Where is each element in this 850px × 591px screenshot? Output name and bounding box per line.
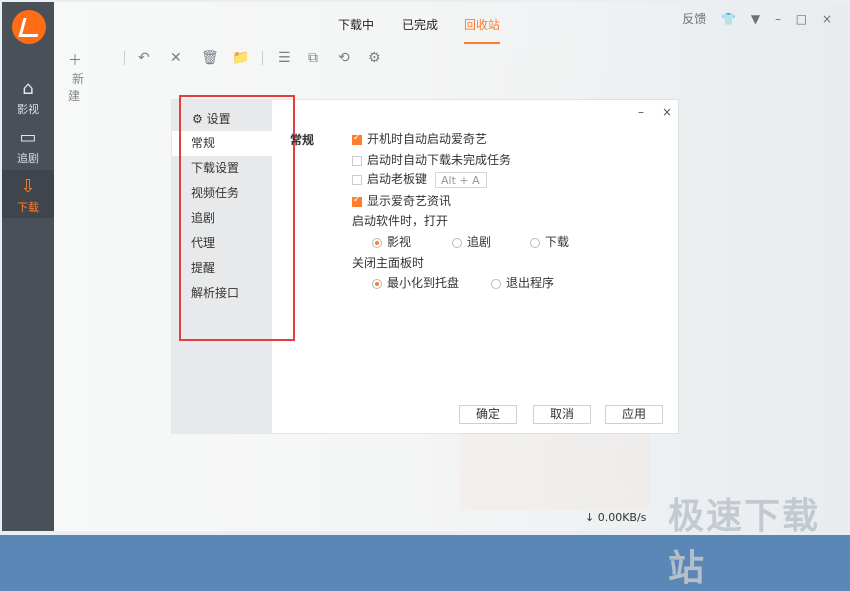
unselected-radio[interactable]	[452, 237, 462, 248]
toolbar-separator	[124, 51, 125, 65]
app-window: ⌂ 影视 ▭ 追剧 ⇩ 下载 下载中 已完成 回收站 反馈 👕 ▼ – □ × ＋新建…	[0, 0, 850, 589]
cancel-button[interactable]: 取消	[533, 405, 591, 424]
sidebar-item-video-task[interactable]: 视频任务	[172, 181, 272, 206]
refresh-icon[interactable]: ⟲	[338, 50, 350, 66]
undo-icon[interactable]: ↶	[138, 50, 150, 66]
download-icon: ⇩	[20, 176, 36, 197]
nav-item-movies[interactable]: ⌂ 影视	[2, 72, 54, 120]
sidebar-item-proxy[interactable]: 代理	[172, 231, 272, 256]
startup-option-movies[interactable]: 影视	[372, 233, 411, 250]
download-speed: ↓ 0.00KB/s	[585, 511, 647, 524]
download-tabs: 下载中 已完成 回收站	[316, 16, 546, 44]
option-auto-download[interactable]: 启动时自动下载未完成任务	[352, 151, 511, 168]
dialog-close-button[interactable]: ×	[662, 105, 672, 119]
option-autostart[interactable]: 开机时自动启动爱奇艺	[352, 130, 487, 147]
selected-radio[interactable]	[372, 278, 382, 289]
trash-icon[interactable]: 🗑	[201, 50, 219, 66]
gear-icon[interactable]: ⚙	[368, 50, 381, 66]
section-title: 常规	[290, 133, 315, 147]
startup-option-download[interactable]: 下载	[530, 233, 569, 250]
unselected-radio[interactable]	[491, 278, 501, 289]
startup-label: 启动软件时，打开	[352, 214, 449, 228]
menu-dropdown-icon[interactable]: ▼	[751, 12, 760, 26]
settings-sidebar: ⚙ 设置 常规 下载设置 视频任务 追剧 代理 提醒 解析接口	[172, 95, 295, 433]
sidebar-item-general[interactable]: 常规	[172, 131, 272, 156]
plus-icon: ＋	[68, 53, 82, 69]
tab-recycle-bin[interactable]: 回收站	[464, 16, 501, 44]
apply-button[interactable]: 应用	[605, 405, 663, 424]
sidebar-item-download-settings[interactable]: 下载设置	[172, 156, 272, 181]
close-option-exit[interactable]: 退出程序	[491, 274, 554, 291]
nav-item-series[interactable]: ▭ 追剧	[2, 121, 54, 169]
checked-checkbox[interactable]	[352, 195, 362, 207]
hotkey-field[interactable]: Alt + A	[435, 171, 488, 188]
list-icon[interactable]: ☰	[278, 50, 291, 66]
sidebar-item-reminder[interactable]: 提醒	[172, 256, 272, 281]
settings-title: ⚙ 设置	[192, 112, 231, 126]
nav-item-download[interactable]: ⇩ 下载	[2, 170, 54, 218]
maximize-button[interactable]: □	[796, 12, 807, 26]
app-logo[interactable]	[12, 10, 46, 44]
checked-checkbox[interactable]	[352, 133, 362, 145]
unselected-radio[interactable]	[530, 237, 540, 248]
close-option-minimize[interactable]: 最小化到托盘	[372, 274, 459, 291]
tv-icon: ▭	[19, 127, 37, 148]
close-button[interactable]: ×	[822, 12, 832, 26]
settings-dialog: ⚙ 设置 常规 下载设置 视频任务 追剧 代理 提醒 解析接口 – × 常规 开…	[172, 95, 678, 433]
confirm-button[interactable]: 确定	[459, 405, 517, 424]
window-actions: 反馈 👕 ▼ – □ ×	[671, 10, 832, 27]
minimize-button[interactable]: –	[775, 12, 781, 26]
watermark: 极速下载站	[668, 496, 821, 589]
close-panel-label: 关闭主面板时	[352, 256, 425, 270]
home-icon: ⌂	[22, 78, 34, 99]
toolbar-separator	[262, 51, 263, 65]
skin-icon[interactable]: 👕	[721, 12, 736, 26]
left-navigation: ⌂ 影视 ▭ 追剧 ⇩ 下载	[2, 2, 54, 531]
sidebar-item-series[interactable]: 追剧	[172, 206, 272, 231]
startup-option-series[interactable]: 追剧	[452, 233, 491, 250]
tab-downloading[interactable]: 下载中	[338, 16, 374, 33]
gear-icon: ⚙	[192, 112, 203, 126]
tab-completed[interactable]: 已完成	[402, 16, 438, 33]
unchecked-checkbox[interactable]	[352, 155, 362, 166]
dialog-minimize-button[interactable]: –	[638, 105, 644, 119]
copy-icon[interactable]: ⧉	[308, 50, 318, 66]
unchecked-checkbox[interactable]	[352, 174, 362, 185]
close-icon[interactable]: ✕	[170, 50, 182, 66]
selected-radio[interactable]	[372, 237, 382, 248]
option-boss-key[interactable]: 启动老板键 Alt + A	[352, 170, 488, 188]
sidebar-item-api[interactable]: 解析接口	[172, 281, 272, 306]
folder-icon[interactable]: 📁	[232, 50, 249, 66]
feedback-link[interactable]: 反馈	[682, 10, 706, 27]
new-task-button[interactable]: ＋新建	[68, 50, 84, 104]
option-show-news[interactable]: 显示爱奇艺资讯	[352, 192, 451, 209]
